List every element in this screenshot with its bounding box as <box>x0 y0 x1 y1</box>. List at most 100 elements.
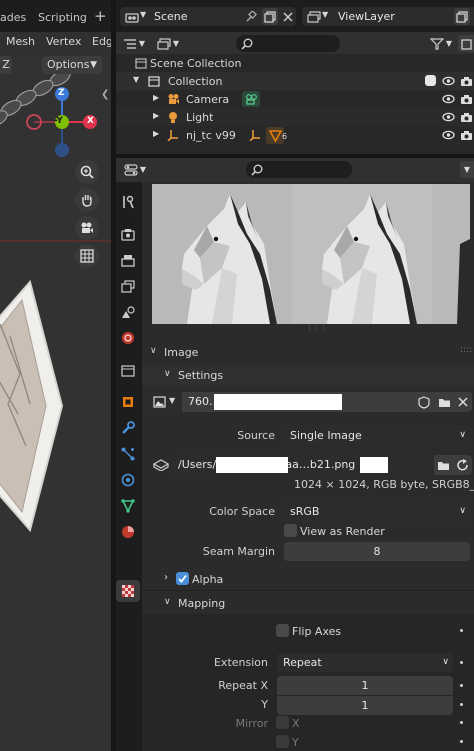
alpha-section-header[interactable]: › Alpha <box>142 569 474 589</box>
expand-arrow-icon[interactable]: ▶ <box>153 129 159 138</box>
menu-vertex[interactable]: Vertex <box>46 35 81 48</box>
constraints-tab-icon[interactable] <box>118 496 138 516</box>
viewlayer-selector[interactable]: ▼ ViewLayer <box>302 7 474 26</box>
render-camera-icon[interactable] <box>459 110 473 124</box>
alpha-checkbox[interactable] <box>176 572 189 585</box>
editor-type-icon[interactable]: ▼ <box>120 35 148 52</box>
add-workspace-button[interactable]: + <box>94 7 107 25</box>
extension-label: Extension <box>213 656 268 669</box>
outliner-row-mesh-object[interactable]: ▶ nj_tc v99 6 <box>116 126 474 144</box>
collection-exclude-checkbox[interactable] <box>425 75 436 86</box>
browse-folder-icon[interactable] <box>434 455 452 475</box>
render-camera-icon[interactable] <box>459 74 473 88</box>
image-section-header[interactable]: ∨ Image :::: <box>142 342 474 362</box>
redaction-bar <box>214 394 342 410</box>
particles-tab-icon[interactable] <box>118 444 138 464</box>
camera-data-icon[interactable] <box>242 91 260 107</box>
expand-arrow-icon[interactable]: ▶ <box>153 111 159 120</box>
preview-resize-handle[interactable]: ⋮⋮⋮ <box>306 325 327 332</box>
mirror-y-label: Y <box>292 736 299 749</box>
viewport-panel[interactable]: ades Scripting + Mesh Vertex Edg Z Optio… <box>0 0 111 751</box>
color-space-dropdown[interactable]: sRGB ∨ <box>284 502 470 521</box>
expand-arrow-icon[interactable]: ▼ <box>133 75 139 84</box>
pan-hand-icon[interactable] <box>75 188 99 212</box>
mapping-section-header[interactable]: ∨ Mapping <box>142 592 474 614</box>
view-as-render-checkbox[interactable] <box>284 524 297 537</box>
collection-tab-icon[interactable] <box>118 360 138 380</box>
child-axes-icon[interactable] <box>248 128 262 142</box>
filepath-field[interactable]: /Users/…Do…172-7aa…b21.png <box>172 455 434 475</box>
outliner-row-light[interactable]: ▶ Light <box>116 108 474 126</box>
animate-property-dot[interactable] <box>460 629 463 632</box>
menu-edge[interactable]: Edg <box>92 35 111 48</box>
modifier-wrench-icon[interactable] <box>118 418 138 438</box>
repeat-y-field[interactable]: 1 <box>277 696 453 715</box>
expand-arrow-icon[interactable]: ▶ <box>153 93 159 102</box>
mirror-y-checkbox[interactable] <box>276 735 289 748</box>
scene-tab-icon[interactable] <box>118 302 138 322</box>
mirror-x-checkbox[interactable] <box>276 716 289 729</box>
animate-property-dot[interactable] <box>460 703 463 706</box>
unlink-close-icon[interactable] <box>454 392 472 412</box>
properties-search-input[interactable] <box>246 161 352 178</box>
texture-tab-icon[interactable] <box>116 580 140 602</box>
fake-user-shield-icon[interactable] <box>414 392 434 412</box>
eye-icon[interactable] <box>441 110 455 124</box>
repeat-x-field[interactable]: 1 <box>277 676 453 695</box>
axis-toggle-z[interactable]: Z <box>0 56 12 74</box>
browse-folder-icon[interactable] <box>434 392 454 412</box>
filter-icon[interactable]: ▼ <box>426 35 456 52</box>
flip-axes-checkbox[interactable] <box>276 624 289 637</box>
camera-view-icon[interactable] <box>75 216 99 240</box>
output-tab-icon[interactable] <box>118 250 138 270</box>
view-layer-tab-icon[interactable] <box>118 276 138 296</box>
outliner-row-scene-collection[interactable]: Scene Collection <box>116 54 474 72</box>
workspace-tab-scripting[interactable]: Scripting <box>38 11 87 24</box>
drag-handle-icon[interactable]: :::: <box>460 345 472 355</box>
tool-tab-icon[interactable] <box>118 192 138 212</box>
options-chevron-icon[interactable]: ▼ <box>460 161 474 178</box>
source-dropdown[interactable]: Single Image ∨ <box>284 426 470 445</box>
menu-mesh[interactable]: Mesh <box>6 35 35 48</box>
new-collection-icon[interactable] <box>458 35 474 52</box>
render-camera-icon[interactable] <box>459 128 473 142</box>
workspace-tab-shading[interactable]: ades <box>0 11 26 24</box>
display-mode-icon[interactable]: ▼ <box>154 35 182 52</box>
close-icon[interactable] <box>280 8 296 25</box>
pack-file-icon[interactable] <box>150 455 172 475</box>
reload-icon[interactable] <box>452 455 472 475</box>
world-tab-icon[interactable] <box>118 328 138 348</box>
eye-icon[interactable] <box>441 128 455 142</box>
animate-property-dot[interactable] <box>460 684 463 687</box>
editor-type-icon[interactable]: ▼ <box>120 161 150 178</box>
zoom-icon[interactable] <box>75 160 99 184</box>
children-count-badge: 6 <box>282 132 288 141</box>
pin-icon[interactable] <box>244 9 258 24</box>
options-dropdown[interactable]: Options ▼ <box>42 56 102 74</box>
outliner-row-camera[interactable]: ▶ Camera <box>116 90 474 108</box>
eye-icon[interactable] <box>441 74 455 88</box>
repeat-y-value: 1 <box>361 699 369 712</box>
top-bar: ▼ Scene ▼ ViewLayer <box>116 0 474 32</box>
outliner-search-input[interactable] <box>236 35 340 52</box>
eye-icon[interactable] <box>441 92 455 106</box>
new-viewlayer-icon[interactable] <box>454 8 470 25</box>
chevron-down-icon: ∨ <box>150 346 157 356</box>
render-tab-icon[interactable] <box>118 224 138 244</box>
animate-property-dot[interactable] <box>460 721 463 724</box>
outliner-row-collection[interactable]: ▼ Collection <box>116 72 474 90</box>
settings-subsection-header[interactable]: ∨ Settings <box>142 365 474 385</box>
animate-property-dot[interactable] <box>460 661 463 664</box>
scene-selector[interactable]: ▼ Scene <box>120 7 296 26</box>
grid-view-icon[interactable] <box>75 244 99 268</box>
new-scene-icon[interactable] <box>262 8 278 25</box>
image-datablock-selector[interactable]: ▼ <box>150 392 182 412</box>
extension-value: Repeat <box>283 656 322 669</box>
extension-dropdown[interactable]: Repeat ∨ <box>277 653 453 672</box>
object-tab-icon[interactable] <box>118 392 138 412</box>
animate-property-dot[interactable] <box>460 740 463 743</box>
render-camera-icon[interactable] <box>459 92 473 106</box>
material-tab-icon[interactable] <box>118 522 138 542</box>
seam-margin-field[interactable]: 8 <box>284 542 470 561</box>
physics-tab-icon[interactable] <box>118 470 138 490</box>
